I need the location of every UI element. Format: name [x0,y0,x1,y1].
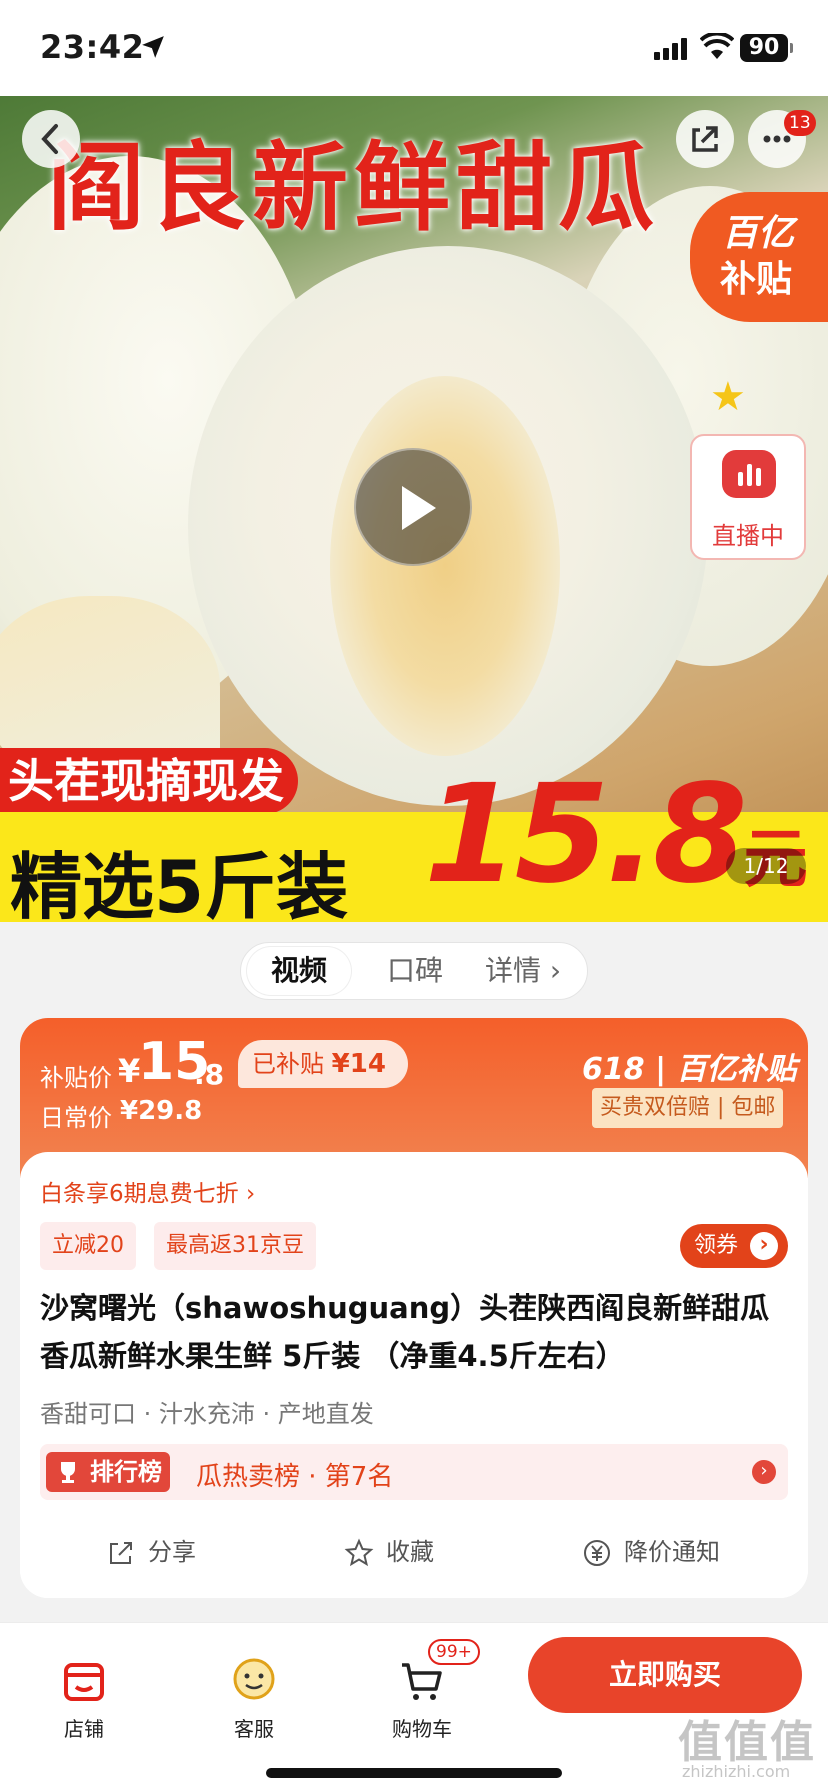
message-count-badge: 13 [784,110,816,136]
melon-core-shape [330,376,560,756]
live-bars-icon [722,450,776,498]
action-row: 分享 收藏 降价通知 [20,1524,808,1584]
hero-title: 阎良新鲜甜瓜 [48,132,660,244]
nav-cart[interactable]: 99+ 购物车 [372,1639,480,1741]
star-outline-icon [344,1538,374,1567]
trophy-icon [61,1462,75,1483]
chevron-right-icon: › [752,1460,776,1484]
wifi-icon [700,33,734,59]
store-icon [64,1663,104,1701]
nav-store-label: 店铺 [64,1717,104,1741]
product-title: 沙窝曙光（shawoshuguang）头茬陕西阎良新鲜甜瓜香瓜新鲜水果生鲜 5斤… [40,1291,770,1373]
guarantee-badge: 买贵双倍赔 | 包邮 [592,1088,784,1128]
battery-indicator: 90 [740,34,793,62]
daily-price-label: 日常价 [40,1104,112,1132]
tab-details[interactable]: 详情 › [473,947,573,995]
daily-price: ¥29.8 [120,1096,203,1126]
customer-service-icon [233,1658,275,1700]
ranking-tag-label: 排行榜 [90,1458,162,1486]
subsidy-tag-line1: 百亿 [722,213,795,254]
ranking-tag: 排行榜 [46,1452,170,1492]
hero-price: 15.8元 [424,756,808,914]
status-time: 23:42 [40,28,145,66]
product-features: 香甜可口 · 汁水充沛 · 产地直发 [40,1400,374,1428]
hero-banner-red: 头茬现摘现发 [0,748,298,814]
ranking-text: 瓜热卖榜 · 第7名 [196,1462,394,1492]
play-video-button[interactable] [354,448,472,566]
billion-subsidy-tag: 百亿 补贴 [690,192,828,322]
baitiao-installment-link[interactable]: 白条享6期息费七折 › [40,1174,255,1208]
subsidy-tag-line2: 补贴 [720,259,793,300]
get-coupon-button[interactable]: 领券 [679,1224,788,1268]
subsidized-text: 已补贴 [252,1050,324,1078]
price-card: 补贴价 ¥ 15 .8 已补贴 ¥14 日常价 ¥29.8 618 | 百亿补贴… [20,1018,808,1598]
tab-video[interactable]: 视频 [247,947,351,995]
price-alert-label: 降价通知 [624,1538,720,1566]
star-icon: ★ [710,374,746,420]
promo-618-link[interactable]: 618 | 百亿补贴 › [582,1044,808,1088]
product-info: 白条享6期息费七折 › 立减20 最高返31京豆 领券 沙窝曙光（shawosh… [20,1152,808,1598]
jingdou-chip: 最高返31京豆 [154,1222,316,1270]
tab-reviews[interactable]: 口碑 [367,947,463,995]
live-stream-button[interactable]: 直播中 [690,434,806,560]
share-top-button[interactable] [676,110,734,168]
nav-store[interactable]: 店铺 [34,1643,134,1741]
location-arrow-icon [142,36,164,58]
watermark: 值值值 [678,1717,816,1768]
nav-service[interactable]: 客服 [204,1643,304,1741]
cart-count-badge: 99+ [428,1639,480,1665]
product-hero-image[interactable]: 阎良新鲜甜瓜 13 百亿 补贴 ★ 直播中 头茬现摘现发 精选5斤装 15.8元… [0,96,828,922]
favorite-action[interactable]: 收藏 [344,1532,434,1572]
hero-banner-yellow-text: 精选5斤装 [10,845,349,922]
status-bar: 23:42 90 [0,0,828,96]
share-label: 分享 [148,1538,196,1566]
nav-service-label: 客服 [234,1717,274,1741]
discount-chip: 立减20 [40,1222,136,1270]
home-indicator [266,1768,562,1778]
image-page-indicator: 1/12 [726,848,806,884]
favorite-label: 收藏 [386,1538,434,1566]
share-icon [110,1542,132,1564]
chevron-left-icon [41,124,58,154]
back-button[interactable] [22,110,80,168]
share-action[interactable]: 分享 [106,1532,196,1572]
subsidy-price-decimal: .8 [194,1058,225,1091]
currency-symbol: ¥ [118,1052,141,1090]
share-icon [692,126,718,152]
cellular-signal-icon [654,38,687,60]
yen-circle-icon [584,1540,610,1566]
live-label: 直播中 [712,522,784,550]
buy-now-button[interactable]: 立即购买 [528,1637,802,1713]
subsidized-amount: ¥14 [331,1049,386,1079]
watermark-url: zhizhizhi.com [682,1762,791,1781]
subsidy-price-label: 补贴价 [40,1064,112,1092]
media-tabs: 视频 口碑 详情 › [240,942,588,1000]
hero-price-number: 15.8 [424,756,748,914]
subsidized-pill: 已补贴 ¥14 [238,1040,408,1088]
ranking-bar[interactable]: 排行榜 瓜热卖榜 · 第7名 › [40,1444,788,1500]
nav-cart-label: 购物车 [392,1717,452,1741]
price-alert-action[interactable]: 降价通知 [582,1532,720,1572]
